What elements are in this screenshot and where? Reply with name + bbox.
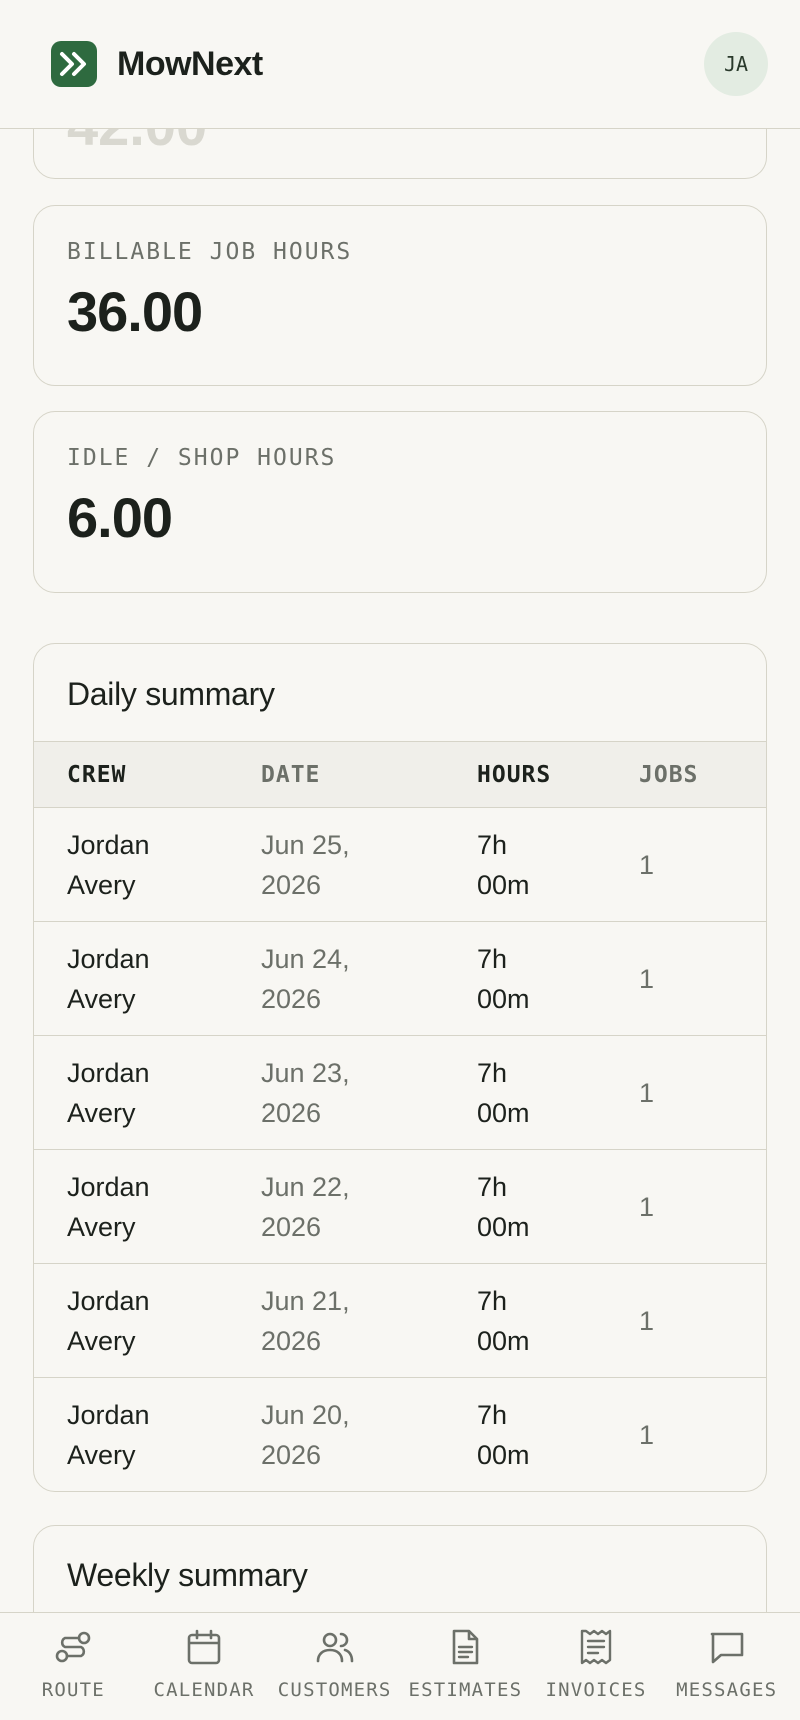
nav-item-customers[interactable]: CUSTOMERS: [269, 1613, 400, 1720]
column-header-jobs[interactable]: JOBS: [639, 741, 766, 808]
cell-jobs: 1: [639, 1263, 766, 1378]
invoices-icon: [580, 1629, 612, 1665]
table-row[interactable]: Jordan Avery Jun 21, 2026 7h 00m 1: [34, 1263, 766, 1378]
cell-jobs: 1: [639, 807, 766, 922]
table-header-row: CREW DATE HOURS JOBS: [34, 741, 766, 808]
daily-summary-table: CREW DATE HOURS JOBS Jordan Avery Jun 25…: [34, 741, 766, 1492]
brand[interactable]: MowNext: [51, 41, 263, 87]
stat-card-billable: BILLABLE JOB HOURS 36.00: [33, 205, 767, 386]
cell-crew: Jordan Avery: [67, 1285, 150, 1356]
cell-crew: Jordan Avery: [67, 1399, 150, 1470]
cell-crew: Jordan Avery: [67, 1171, 150, 1242]
nav-item-route[interactable]: ROUTE: [8, 1613, 139, 1720]
cell-crew: Jordan Avery: [67, 829, 150, 900]
cell-jobs: 1: [639, 1419, 655, 1450]
cell-hours: 7h 00m: [477, 1171, 530, 1242]
cell-date: Jun 20, 2026: [261, 1399, 350, 1470]
messages-icon: [710, 1632, 743, 1664]
stat-label-billable: BILLABLE JOB HOURS: [67, 239, 353, 265]
daily-summary-title: Daily summary: [67, 676, 275, 712]
stat-card-idle: IDLE / SHOP HOURS 6.00: [33, 411, 767, 593]
cell-date: Jun 25, 2026: [261, 829, 350, 900]
app-header: MowNext JA: [0, 0, 800, 129]
nav-item-estimates[interactable]: ESTIMATES: [400, 1613, 531, 1720]
cell-jobs: 1: [639, 1149, 766, 1264]
mownext-logo-icon: [51, 41, 97, 87]
estimates-icon: [453, 1629, 479, 1665]
brand-name: MowNext: [117, 44, 263, 83]
nav-label-estimates: ESTIMATES: [408, 1679, 523, 1701]
route-icon: [56, 1631, 91, 1663]
cell-hours: 7h 00m: [477, 943, 530, 1014]
stat-value-idle: 6.00: [67, 486, 173, 549]
column-header-date[interactable]: DATE: [261, 741, 477, 808]
calendar-icon: [187, 1629, 221, 1665]
nav-label-messages: MESSAGES: [676, 1679, 778, 1701]
table-row[interactable]: Jordan Avery Jun 20, 2026 7h 00m 1: [34, 1378, 766, 1492]
nav-item-messages[interactable]: MESSAGES: [661, 1613, 792, 1720]
cell-date: Jun 21, 2026: [261, 1285, 350, 1356]
cell-jobs: 1: [639, 921, 766, 1036]
cell-crew: Jordan Avery: [67, 943, 150, 1014]
cell-hours: 7h 00m: [477, 1057, 530, 1128]
nav-label-route: ROUTE: [41, 1679, 105, 1701]
cell-hours: 7h 00m: [477, 1285, 530, 1356]
weekly-summary-title: Weekly summary: [67, 1557, 308, 1593]
column-header-crew[interactable]: CREW: [34, 741, 261, 808]
table-row[interactable]: Jordan Avery Jun 25, 2026 7h 00m 1: [34, 807, 766, 922]
nav-item-invoices[interactable]: INVOICES: [531, 1613, 662, 1720]
daily-summary-card: Daily summary CREW DATE HOURS JOBS Jorda…: [33, 643, 767, 1492]
cell-hours: 7h 00m: [477, 829, 530, 900]
nav-label-customers: CUSTOMERS: [277, 1679, 392, 1701]
cell-hours: 7h 00m: [477, 1399, 530, 1470]
table-row[interactable]: Jordan Avery Jun 23, 2026 7h 00m 1: [34, 1035, 766, 1150]
cell-date: Jun 23, 2026: [261, 1057, 350, 1128]
cell-crew: Jordan Avery: [67, 1057, 150, 1128]
nav-label-invoices: INVOICES: [545, 1679, 647, 1701]
column-header-hours[interactable]: HOURS: [477, 741, 639, 808]
app-viewport: MowNext JA 42.00 BILLABLE JOB HOURS 36.0…: [0, 0, 800, 1720]
cell-date: Jun 24, 2026: [261, 943, 350, 1014]
cell-jobs: 1: [639, 1035, 766, 1150]
table-row[interactable]: Jordan Avery Jun 24, 2026 7h 00m 1: [34, 921, 766, 1036]
nav-label-calendar: CALENDAR: [153, 1679, 255, 1701]
nav-item-calendar[interactable]: CALENDAR: [139, 1613, 270, 1720]
cell-date: Jun 22, 2026: [261, 1171, 350, 1242]
bottom-nav: ROUTE CALENDAR CUSTOMERS ESTIMATES INVOI…: [0, 1612, 800, 1720]
table-row[interactable]: Jordan Avery Jun 22, 2026 7h 00m 1: [34, 1149, 766, 1264]
stat-value-billable: 36.00: [67, 280, 203, 343]
stat-label-idle: IDLE / SHOP HOURS: [67, 445, 337, 471]
customers-icon: [316, 1632, 353, 1663]
user-avatar[interactable]: JA: [704, 32, 768, 96]
